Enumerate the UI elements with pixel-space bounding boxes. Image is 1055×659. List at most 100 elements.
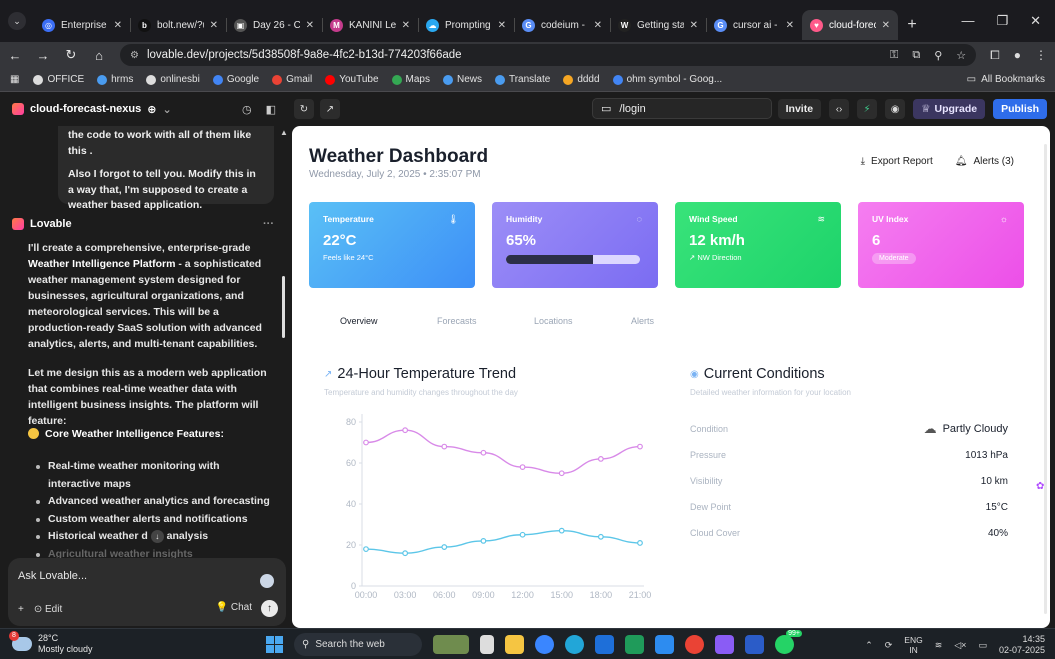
file-explorer-icon[interactable] [505,635,524,654]
weather-widget[interactable]: 8 28°C Mostly cloudy [0,631,160,655]
bookmark-item[interactable]: OFFICE [33,74,84,85]
widgets-app-icon[interactable] [433,635,469,654]
home-icon[interactable]: ⌂ [92,48,106,63]
windows-start-icon[interactable] [266,636,283,653]
close-tab-icon[interactable]: ✕ [786,20,794,31]
bookmark-item[interactable]: News [442,74,482,85]
browser-tab[interactable]: ♥ cloud-forec ✕ [802,10,898,40]
back-icon[interactable]: ← [8,48,22,63]
forward-icon[interactable]: → [36,48,50,63]
chat-scrollbar[interactable] [282,276,285,338]
tray-app-icon[interactable]: ⟳ [885,640,893,651]
bookmark-item[interactable]: dddd [563,74,600,85]
route-selector[interactable]: ▭ /login [592,98,772,119]
bookmark-item[interactable]: Google [212,74,259,85]
close-tab-icon[interactable]: ✕ [210,20,218,31]
send-button[interactable]: ↑ [261,600,278,617]
tab-locations[interactable]: Locations [534,316,631,326]
battery-icon[interactable]: ▭ [978,640,987,651]
code-view-icon[interactable]: ‹› [829,99,850,119]
word-icon[interactable] [745,635,764,654]
browser-tab[interactable]: b bolt.new/?u ✕ [130,10,226,40]
copilot-icon[interactable] [535,635,554,654]
scroll-down-button[interactable]: ↓ [150,529,164,543]
edit-button[interactable]: ⊙ Edit [34,604,62,615]
close-tab-icon[interactable]: ✕ [498,20,506,31]
close-tab-icon[interactable]: ✕ [402,20,410,31]
close-tab-icon[interactable]: ✕ [690,20,698,31]
visual-studio-icon[interactable] [715,635,734,654]
close-tab-icon[interactable]: ✕ [306,20,314,31]
alerts-button[interactable]: 🔔︎ Alerts (3) [955,156,1014,167]
export-report-button[interactable]: ⤓ Export Report [861,156,933,167]
extensions-icon[interactable]: ⧠ [990,48,1000,63]
browser-tab[interactable]: Gcodeium - (✕ [514,10,610,40]
browser-tab[interactable]: Gcursor ai - ✕ [706,10,802,40]
tab-alerts[interactable]: Alerts [631,316,728,326]
github-icon[interactable]: ◉ [885,99,906,119]
chat-mode-button[interactable]: 💡 Chat [216,602,252,613]
store-icon[interactable] [595,635,614,654]
minimize-button[interactable]: — [961,13,974,29]
upgrade-button[interactable]: ♕ Upgrade [913,99,986,119]
whatsapp-icon[interactable]: 99+ [775,630,802,654]
open-external-icon[interactable]: ↗ [320,99,340,119]
voice-icon[interactable] [260,574,274,588]
browser-tab[interactable]: ▣ Day 26 - C# ✕ [226,10,322,40]
maximize-button[interactable]: ❐ [996,13,1008,29]
browser-tab[interactable]: M KANINI Lea ✕ [322,10,418,40]
close-tab-icon[interactable]: ✕ [594,20,602,31]
outlook-icon[interactable] [655,635,674,654]
sidebar-toggle-icon[interactable]: ◧ [266,103,276,116]
bookmark-item[interactable]: hrms [97,74,133,85]
taskbar-search[interactable]: ⚲ Search the web [294,633,422,656]
bookmark-item[interactable]: onlinesbi [146,74,200,85]
browser-tab[interactable]: ☁ Prompting ✕ [418,10,514,40]
address-bar[interactable]: ⚙ lovable.dev/projects/5d38508f-9a8e-4fc… [120,44,977,66]
history-icon[interactable]: ◷ [242,103,252,116]
refresh-preview-icon[interactable]: ↻ [294,99,314,119]
site-info-icon[interactable]: ⚙ [130,50,139,61]
volume-icon[interactable]: ◁× [954,640,966,651]
tab-search-button[interactable]: ⌄ [0,0,34,42]
language-indicator[interactable]: ENG IN [904,635,922,655]
xbox-icon[interactable] [625,635,644,654]
new-tab-button[interactable]: + [898,16,926,34]
bookmark-item[interactable]: YouTube [325,74,379,85]
reload-icon[interactable]: ↻ [64,47,78,63]
invite-button[interactable]: Invite [777,99,822,119]
bookmark-item[interactable]: ohm symbol - Goog... [612,74,722,85]
chat-input-box[interactable]: Ask Lovable... + ⊙ Edit 💡 Chat ↑ [8,558,286,626]
assistant-floating-icon[interactable]: ✿ [1036,481,1050,495]
edge-icon[interactable] [565,635,584,654]
bookmark-star-icon[interactable]: ☆ [956,49,966,62]
publish-button[interactable]: Publish [993,99,1047,119]
chat-input-placeholder[interactable]: Ask Lovable... [18,570,87,582]
close-tab-icon[interactable]: ✕ [882,20,890,31]
project-selector[interactable]: cloud-forecast-nexus ⊕ ⌄ ◷ ◧ [0,103,288,116]
bookmark-item[interactable]: Gmail [272,74,312,85]
supabase-icon[interactable]: ⚡ [857,99,878,119]
browser-menu-icon[interactable]: ⋮ [1035,48,1047,63]
profile-avatar[interactable]: ● [1014,48,1021,63]
browser-tab[interactable]: ◎ Enterprise V ✕ [34,10,130,40]
preview-scrollbar[interactable] [1044,144,1047,614]
scroll-up-arrow-icon[interactable]: ▲ [280,128,288,137]
tab-overview[interactable]: Overview [340,316,437,326]
more-options-icon[interactable]: ··· [263,218,274,230]
close-window-button[interactable]: ✕ [1030,13,1041,29]
zoom-icon[interactable]: ⚲ [934,49,942,62]
tray-chevron-icon[interactable]: ⌃ [865,640,873,651]
close-tab-icon[interactable]: ✕ [114,20,122,31]
attach-plus-icon[interactable]: + [18,604,24,615]
wifi-icon[interactable]: ≋ [935,640,943,651]
chrome-icon[interactable] [685,635,704,654]
bookmark-item[interactable]: Translate [494,74,550,85]
task-view-icon[interactable] [480,635,494,654]
tab-forecasts[interactable]: Forecasts [437,316,534,326]
cast-icon[interactable]: ⧉ [912,49,920,62]
apps-grid-icon[interactable]: ▦ [10,74,19,85]
all-bookmarks-button[interactable]: ▭ All Bookmarks [967,74,1045,85]
clock[interactable]: 14:35 02-07-2025 [999,634,1045,656]
browser-tab[interactable]: W Getting star ✕ [610,10,706,40]
